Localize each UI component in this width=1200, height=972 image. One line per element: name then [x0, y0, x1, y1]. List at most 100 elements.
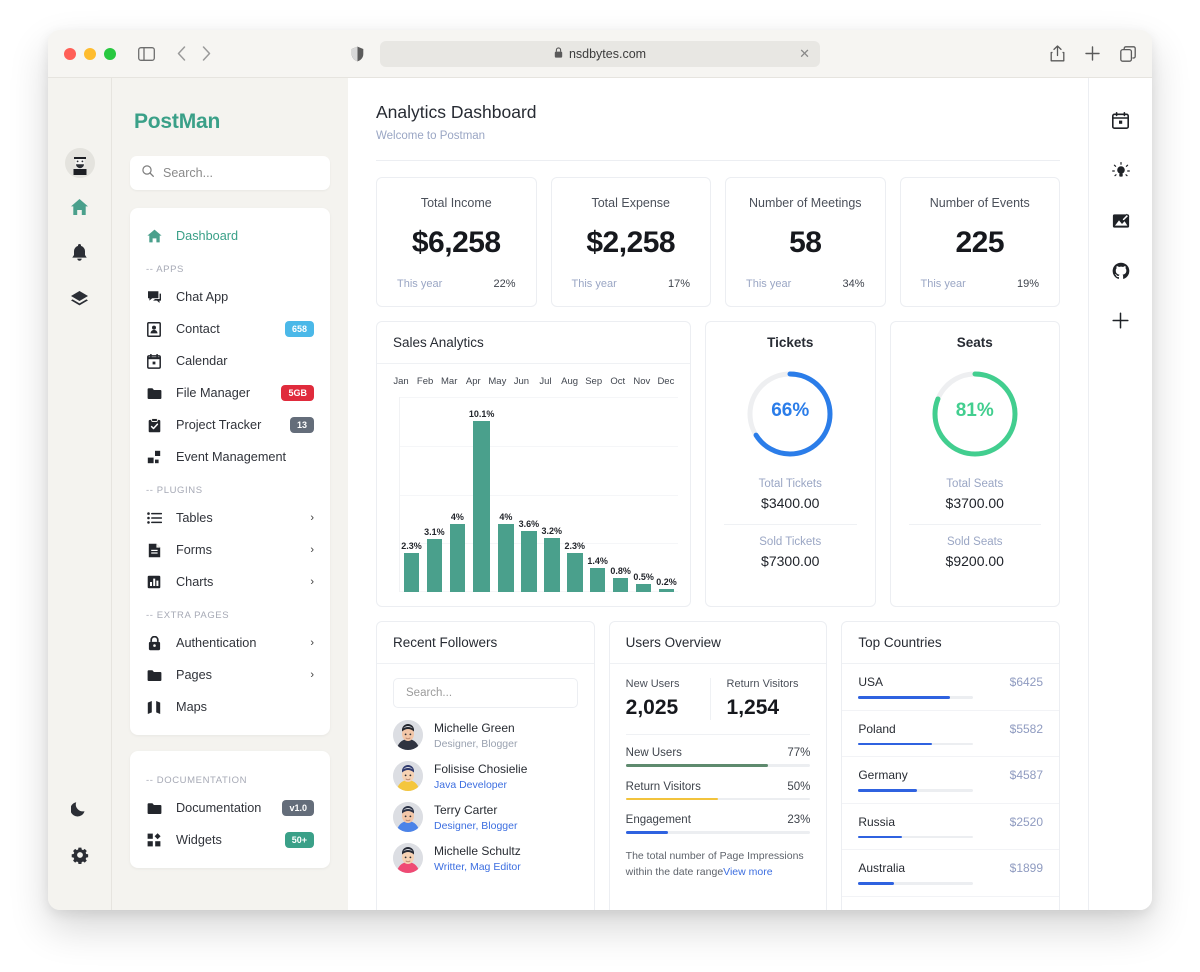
table-row[interactable]: USA $6425 [842, 664, 1060, 711]
table-row[interactable]: Australia $1899 [842, 850, 1060, 897]
donut-card: Tickets 66% Total Tickets $3400.00 Sold Tick… [705, 321, 876, 607]
donut-total-value: $3700.00 [945, 495, 1004, 511]
url-bar[interactable]: nsdbytes.com ✕ [380, 40, 820, 67]
users-overview-title: Users Overview [609, 622, 827, 664]
chart-bar-column[interactable]: 4% [494, 397, 517, 592]
contact-card-icon [146, 321, 162, 337]
rail-item-github[interactable] [1106, 258, 1136, 288]
chevron-left-icon[interactable] [177, 46, 186, 61]
sidebar-item-label: Chat App [176, 290, 229, 304]
chart-bar-column[interactable]: 3.1% [423, 397, 446, 592]
stat-percent: 19% [1016, 278, 1039, 290]
chart-bar-column[interactable]: 2.3% [563, 397, 586, 592]
progress-row: New Users 77% [625, 747, 811, 767]
chart-bar [472, 420, 491, 592]
sidebar-item-tables[interactable]: Tables › [130, 502, 330, 534]
chart-bar-column[interactable]: 10.1% [469, 397, 494, 592]
page-subtitle: Welcome to Postman [376, 130, 486, 142]
list-item[interactable]: Folisise Chosielie Java Developer [393, 761, 578, 791]
chart-bar-column[interactable]: 3.2% [540, 397, 563, 592]
country-value: $4587 [1009, 768, 1044, 782]
list-item[interactable]: Michelle Green Designer, Blogger [393, 720, 578, 750]
sidebar-item-file-manager[interactable]: File Manager 5GB [130, 377, 330, 409]
share-icon[interactable] [1050, 45, 1065, 62]
sidebar-item-project-tracker[interactable]: Project Tracker 13 [130, 409, 330, 441]
sidebar-item-documentation[interactable]: Documentation v1.0 [130, 792, 330, 824]
chart-bar-column[interactable]: 0.5% [632, 397, 655, 592]
list-item[interactable]: Terry Carter Designer, Blogger [393, 802, 578, 832]
browser-nav-arrows [177, 46, 211, 61]
chart-x-tick: Jan [393, 376, 409, 387]
rail-item-calendar[interactable] [1106, 108, 1136, 138]
table-row[interactable]: Russia $2520 [842, 804, 1060, 850]
sidebar-item-pages[interactable]: Pages › [130, 659, 330, 691]
search-placeholder: Search... [163, 166, 214, 180]
users-overview-card: Users Overview New Users 2,025 Return Vi… [608, 621, 828, 910]
close-window-button[interactable] [64, 47, 76, 60]
avatar [393, 843, 423, 873]
chart-bar-column[interactable]: 4% [446, 397, 469, 592]
sidebar-item-label: Widgets [176, 833, 222, 847]
country-track [858, 789, 974, 792]
stat-percent: 17% [667, 278, 690, 290]
chart-bar-column[interactable]: 0.8% [609, 397, 632, 592]
sidebar-item-label: Forms [176, 543, 212, 557]
chart-bar-label: 3.2% [541, 525, 563, 536]
rail-item-add[interactable] [1106, 308, 1136, 338]
sidebar-item-contact[interactable]: Contact 658 [130, 313, 330, 345]
chart-bar [612, 578, 629, 592]
privacy-shield-icon[interactable] [351, 46, 364, 62]
table-row[interactable]: Great Britain $1056 [842, 897, 1059, 911]
chart-bar-column[interactable]: 1.4% [586, 397, 609, 592]
list-item[interactable]: Michelle Schultz Writter, Mag Editor [393, 843, 578, 873]
sidebar-item-authentication[interactable]: Authentication › [130, 627, 330, 659]
sidebar-item-badge: v1.0 [282, 799, 314, 817]
donut-percent: 81% [955, 400, 994, 421]
rail-item-ideas[interactable] [1106, 158, 1136, 188]
avatar [393, 761, 423, 791]
search-input[interactable]: Search... [130, 156, 330, 190]
sidebar-item-forms[interactable]: Forms › [130, 534, 330, 566]
table-row[interactable]: Poland $5582 [842, 711, 1060, 757]
followers-search-input[interactable]: Search... [393, 678, 578, 708]
chart-x-tick: Apr [465, 376, 481, 387]
progress-fill [625, 797, 718, 800]
sidebar-item-chat-app[interactable]: Chat App [130, 281, 330, 313]
sidebar-nav: PostMan Search... Dashboard -- APPS Chat A… [112, 78, 348, 910]
country-name: Poland [858, 721, 896, 736]
sidebar-toggle-icon[interactable] [138, 46, 155, 61]
donut-percent: 66% [771, 400, 810, 421]
view-more-link[interactable]: View more [723, 866, 772, 878]
sales-chart: Jan Feb Mar Apr May Jun Jul Aug Sep Oct Nov Dec 2.3… [377, 364, 690, 606]
sidebar-item-dashboard[interactable]: Dashboard [130, 220, 330, 252]
sidebar-item-label: Dashboard [176, 229, 239, 243]
rail-item-home[interactable] [63, 192, 97, 226]
chart-bar-column[interactable]: 3.6% [517, 397, 540, 592]
chevron-right-icon[interactable] [202, 46, 211, 61]
follower-role: Writter, Mag Editor [434, 860, 521, 873]
maximize-window-button[interactable] [104, 47, 116, 60]
table-row[interactable]: Germany $4587 [842, 757, 1060, 804]
rail-item-settings[interactable] [63, 840, 97, 874]
rail-item-layers[interactable] [63, 284, 97, 318]
sidebar-item-widgets[interactable]: Widgets 50+ [130, 824, 330, 856]
chart-bar-label: 3.6% [518, 518, 540, 529]
follower-name: Folisise Chosielie [434, 761, 528, 776]
minimize-window-button[interactable] [84, 47, 96, 60]
sidebar-item-event-management[interactable]: Event Management [130, 441, 330, 473]
sidebar-documentation-group: -- DOCUMENTATION Documentation v1.0 Widgets… [130, 751, 330, 868]
rail-item-user-avatar[interactable] [63, 146, 97, 180]
plus-icon[interactable] [1085, 46, 1100, 61]
rail-item-dark-mode[interactable] [63, 794, 97, 828]
sidebar-item-charts[interactable]: Charts › [130, 566, 330, 598]
chart-bar-column[interactable]: 2.3% [400, 397, 423, 592]
rail-item-media[interactable] [1106, 208, 1136, 238]
progress-row: Return Visitors 50% [625, 781, 811, 800]
sidebar-item-maps[interactable]: Maps [130, 691, 330, 723]
close-icon[interactable]: ✕ [799, 47, 810, 60]
progress-label: Engagement [625, 814, 691, 826]
chart-bar-column[interactable]: 0.2% [655, 397, 678, 592]
tabs-overview-icon[interactable] [1120, 45, 1136, 62]
rail-item-notifications[interactable] [63, 238, 97, 272]
sidebar-item-calendar[interactable]: Calendar [130, 345, 330, 377]
